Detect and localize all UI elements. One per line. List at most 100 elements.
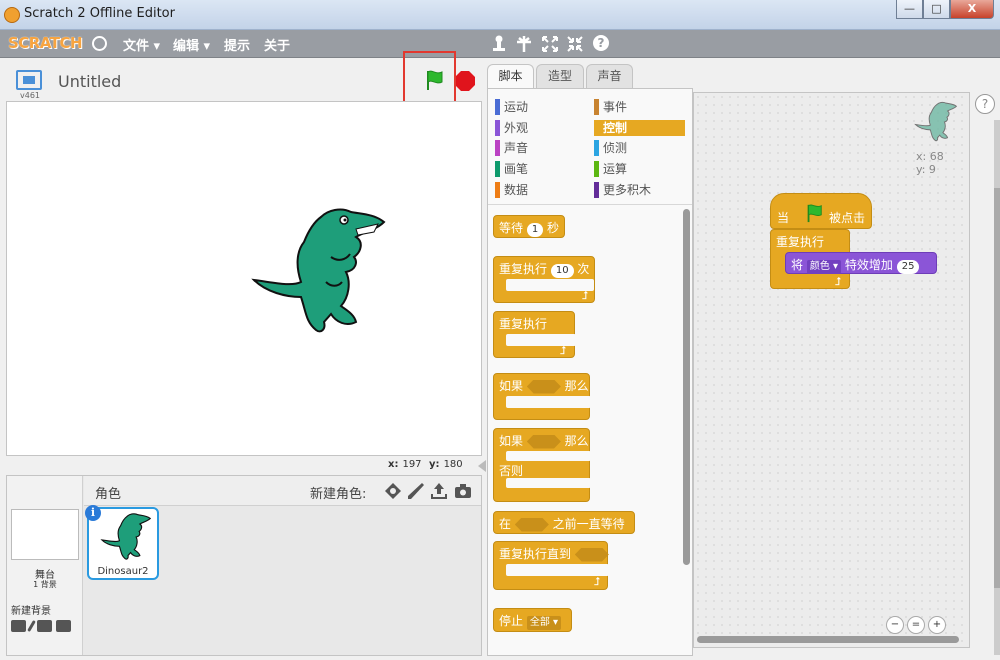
collapse-arrow-icon[interactable]	[478, 460, 486, 472]
category-color-bar	[495, 140, 500, 156]
block-help-icon[interactable]: ?	[975, 94, 995, 114]
wait-value[interactable]: 1	[526, 223, 544, 237]
category-sound[interactable]: 声音	[495, 140, 585, 156]
duplicate-stamp-icon[interactable]	[491, 35, 507, 53]
category-color-bar	[495, 182, 500, 198]
category-operators[interactable]: 运算	[594, 161, 684, 177]
sprite-y-position: y: 9	[916, 163, 936, 176]
paint-backdrop-icon[interactable]	[27, 620, 36, 632]
window-titlebar: Scratch 2 Offline Editor — □ X	[0, 0, 1000, 30]
camera-backdrop-icon[interactable]	[56, 620, 71, 632]
about-menu[interactable]: 关于	[264, 35, 290, 54]
new-sprite-label: 新建角色:	[310, 487, 367, 502]
sprite-name: Dinosaur2	[97, 566, 149, 577]
if-else-block[interactable]: 如果 那么 否则	[493, 428, 591, 502]
category-color-bar	[594, 99, 599, 115]
edit-menu[interactable]: 编辑 ▾	[173, 35, 210, 54]
category-color-bar	[594, 182, 599, 198]
paint-sprite-icon[interactable]	[407, 482, 425, 500]
tips-menu[interactable]: 提示	[224, 35, 250, 54]
upload-backdrop-icon[interactable]	[37, 620, 52, 632]
sprite-library-icon[interactable]	[384, 482, 402, 500]
zoom-reset-icon[interactable]: =	[907, 616, 925, 634]
presentation-mode-icon[interactable]	[16, 70, 42, 90]
new-backdrop-label: 新建背景	[11, 606, 51, 617]
tab-sounds[interactable]: 声音	[586, 64, 633, 88]
category-more-blocks[interactable]: 更多积木	[594, 182, 684, 198]
repeat-until-block[interactable]: 重复执行直到 ⮥	[493, 541, 609, 590]
category-color-bar	[594, 161, 599, 177]
sprites-label: 角色	[95, 487, 122, 502]
zoom-out-icon[interactable]: −	[886, 616, 904, 634]
file-menu[interactable]: 文件 ▾	[123, 35, 160, 54]
close-button[interactable]: X	[950, 0, 994, 19]
stop-block[interactable]: 停止 全部 ▾	[493, 608, 572, 632]
scratch-logo[interactable]: SCRATCH	[8, 34, 83, 52]
loop-arrow-icon: ⮥	[594, 575, 601, 588]
sprite-thumbnail[interactable]: i Dinosaur2	[85, 505, 159, 580]
palette-scrollbar[interactable]	[683, 209, 690, 565]
change-effect-block[interactable]: 将 颜色 ▾ 特效增加 25	[785, 252, 937, 274]
stage-canvas[interactable]	[6, 101, 482, 456]
window-title: Scratch 2 Offline Editor	[24, 6, 175, 21]
dinosaur-sprite[interactable]	[246, 202, 386, 342]
if-then-block[interactable]: 如果 那么	[493, 373, 591, 420]
menu-bar: SCRATCH 文件 ▾ 编辑 ▾ 提示 关于 ?	[0, 30, 1000, 58]
category-sensing[interactable]: 侦测	[594, 140, 684, 156]
stage-thumbnail[interactable]	[11, 509, 79, 560]
scratch-cat-icon	[4, 7, 20, 23]
project-title[interactable]: Untitled	[58, 72, 121, 91]
backdrop-count: 1 背景	[33, 580, 57, 589]
effect-amount[interactable]: 25	[896, 260, 920, 274]
stage-column: 舞台 1 背景 新建背景	[7, 476, 83, 655]
category-data[interactable]: 数据	[495, 182, 585, 198]
category-events[interactable]: 事件	[594, 99, 684, 115]
category-looks[interactable]: 外观	[495, 120, 585, 136]
upload-sprite-icon[interactable]	[430, 482, 448, 500]
zoom-in-icon[interactable]: +	[928, 616, 946, 634]
category-control[interactable]: 控制	[594, 120, 685, 136]
language-globe-icon[interactable]	[92, 36, 107, 51]
wait-until-block[interactable]: 在 之前一直等待	[493, 511, 635, 534]
minimize-button[interactable]: —	[896, 0, 923, 19]
category-color-bar	[594, 120, 599, 136]
camera-sprite-icon[interactable]	[454, 482, 472, 500]
grow-icon[interactable]	[541, 35, 559, 53]
sprite-header: 角色 新建角色:	[84, 476, 481, 506]
condition-slot[interactable]	[514, 517, 549, 532]
current-sprite-icon	[914, 101, 957, 142]
script-horizontal-scrollbar[interactable]	[697, 636, 959, 643]
wait-seconds-block[interactable]: 等待 1 秒	[493, 215, 565, 238]
effect-dropdown[interactable]: 颜色 ▾	[806, 260, 842, 274]
zoom-controls: − = +	[886, 616, 946, 634]
window-scrollbar-thumb[interactable]	[994, 188, 1000, 588]
category-color-bar	[594, 140, 599, 156]
delete-scissors-icon[interactable]	[516, 35, 532, 53]
green-flag-icon	[807, 204, 822, 223]
sprite-pane: 舞台 1 背景 新建背景 角色 新建角色: i Dinosaur2	[6, 475, 482, 656]
repeat-block[interactable]: 重复执行 10 次 ⮥	[493, 256, 595, 303]
condition-slot[interactable]	[574, 547, 609, 562]
category-color-bar	[495, 120, 500, 136]
forever-block[interactable]: 重复执行 ⮥	[493, 311, 576, 358]
category-color-bar	[495, 161, 500, 177]
dinosaur-thumbnail-icon	[100, 513, 151, 560]
help-icon[interactable]: ?	[593, 35, 609, 51]
category-color-bar	[495, 99, 500, 115]
condition-slot[interactable]	[526, 434, 561, 449]
when-flag-clicked-hat-block[interactable]: 当 被点击	[770, 193, 872, 229]
backdrop-library-icon[interactable]	[11, 620, 26, 632]
loop-arrow-icon: ⮥	[582, 289, 589, 302]
condition-slot[interactable]	[526, 379, 561, 394]
window-controls: — □ X	[896, 0, 994, 20]
tab-scripts[interactable]: 脚本	[487, 64, 534, 90]
stop-option-dropdown[interactable]: 全部 ▾	[526, 616, 562, 630]
stop-sign-icon[interactable]	[455, 71, 475, 91]
maximize-button[interactable]: □	[923, 0, 950, 19]
mouse-coordinates: x: 197 y: 180	[388, 459, 463, 470]
repeat-count[interactable]: 10	[550, 264, 574, 278]
category-pen[interactable]: 画笔	[495, 161, 585, 177]
tab-costumes[interactable]: 造型	[536, 64, 584, 88]
shrink-icon[interactable]	[566, 35, 584, 53]
category-motion[interactable]: 运动	[495, 99, 585, 115]
